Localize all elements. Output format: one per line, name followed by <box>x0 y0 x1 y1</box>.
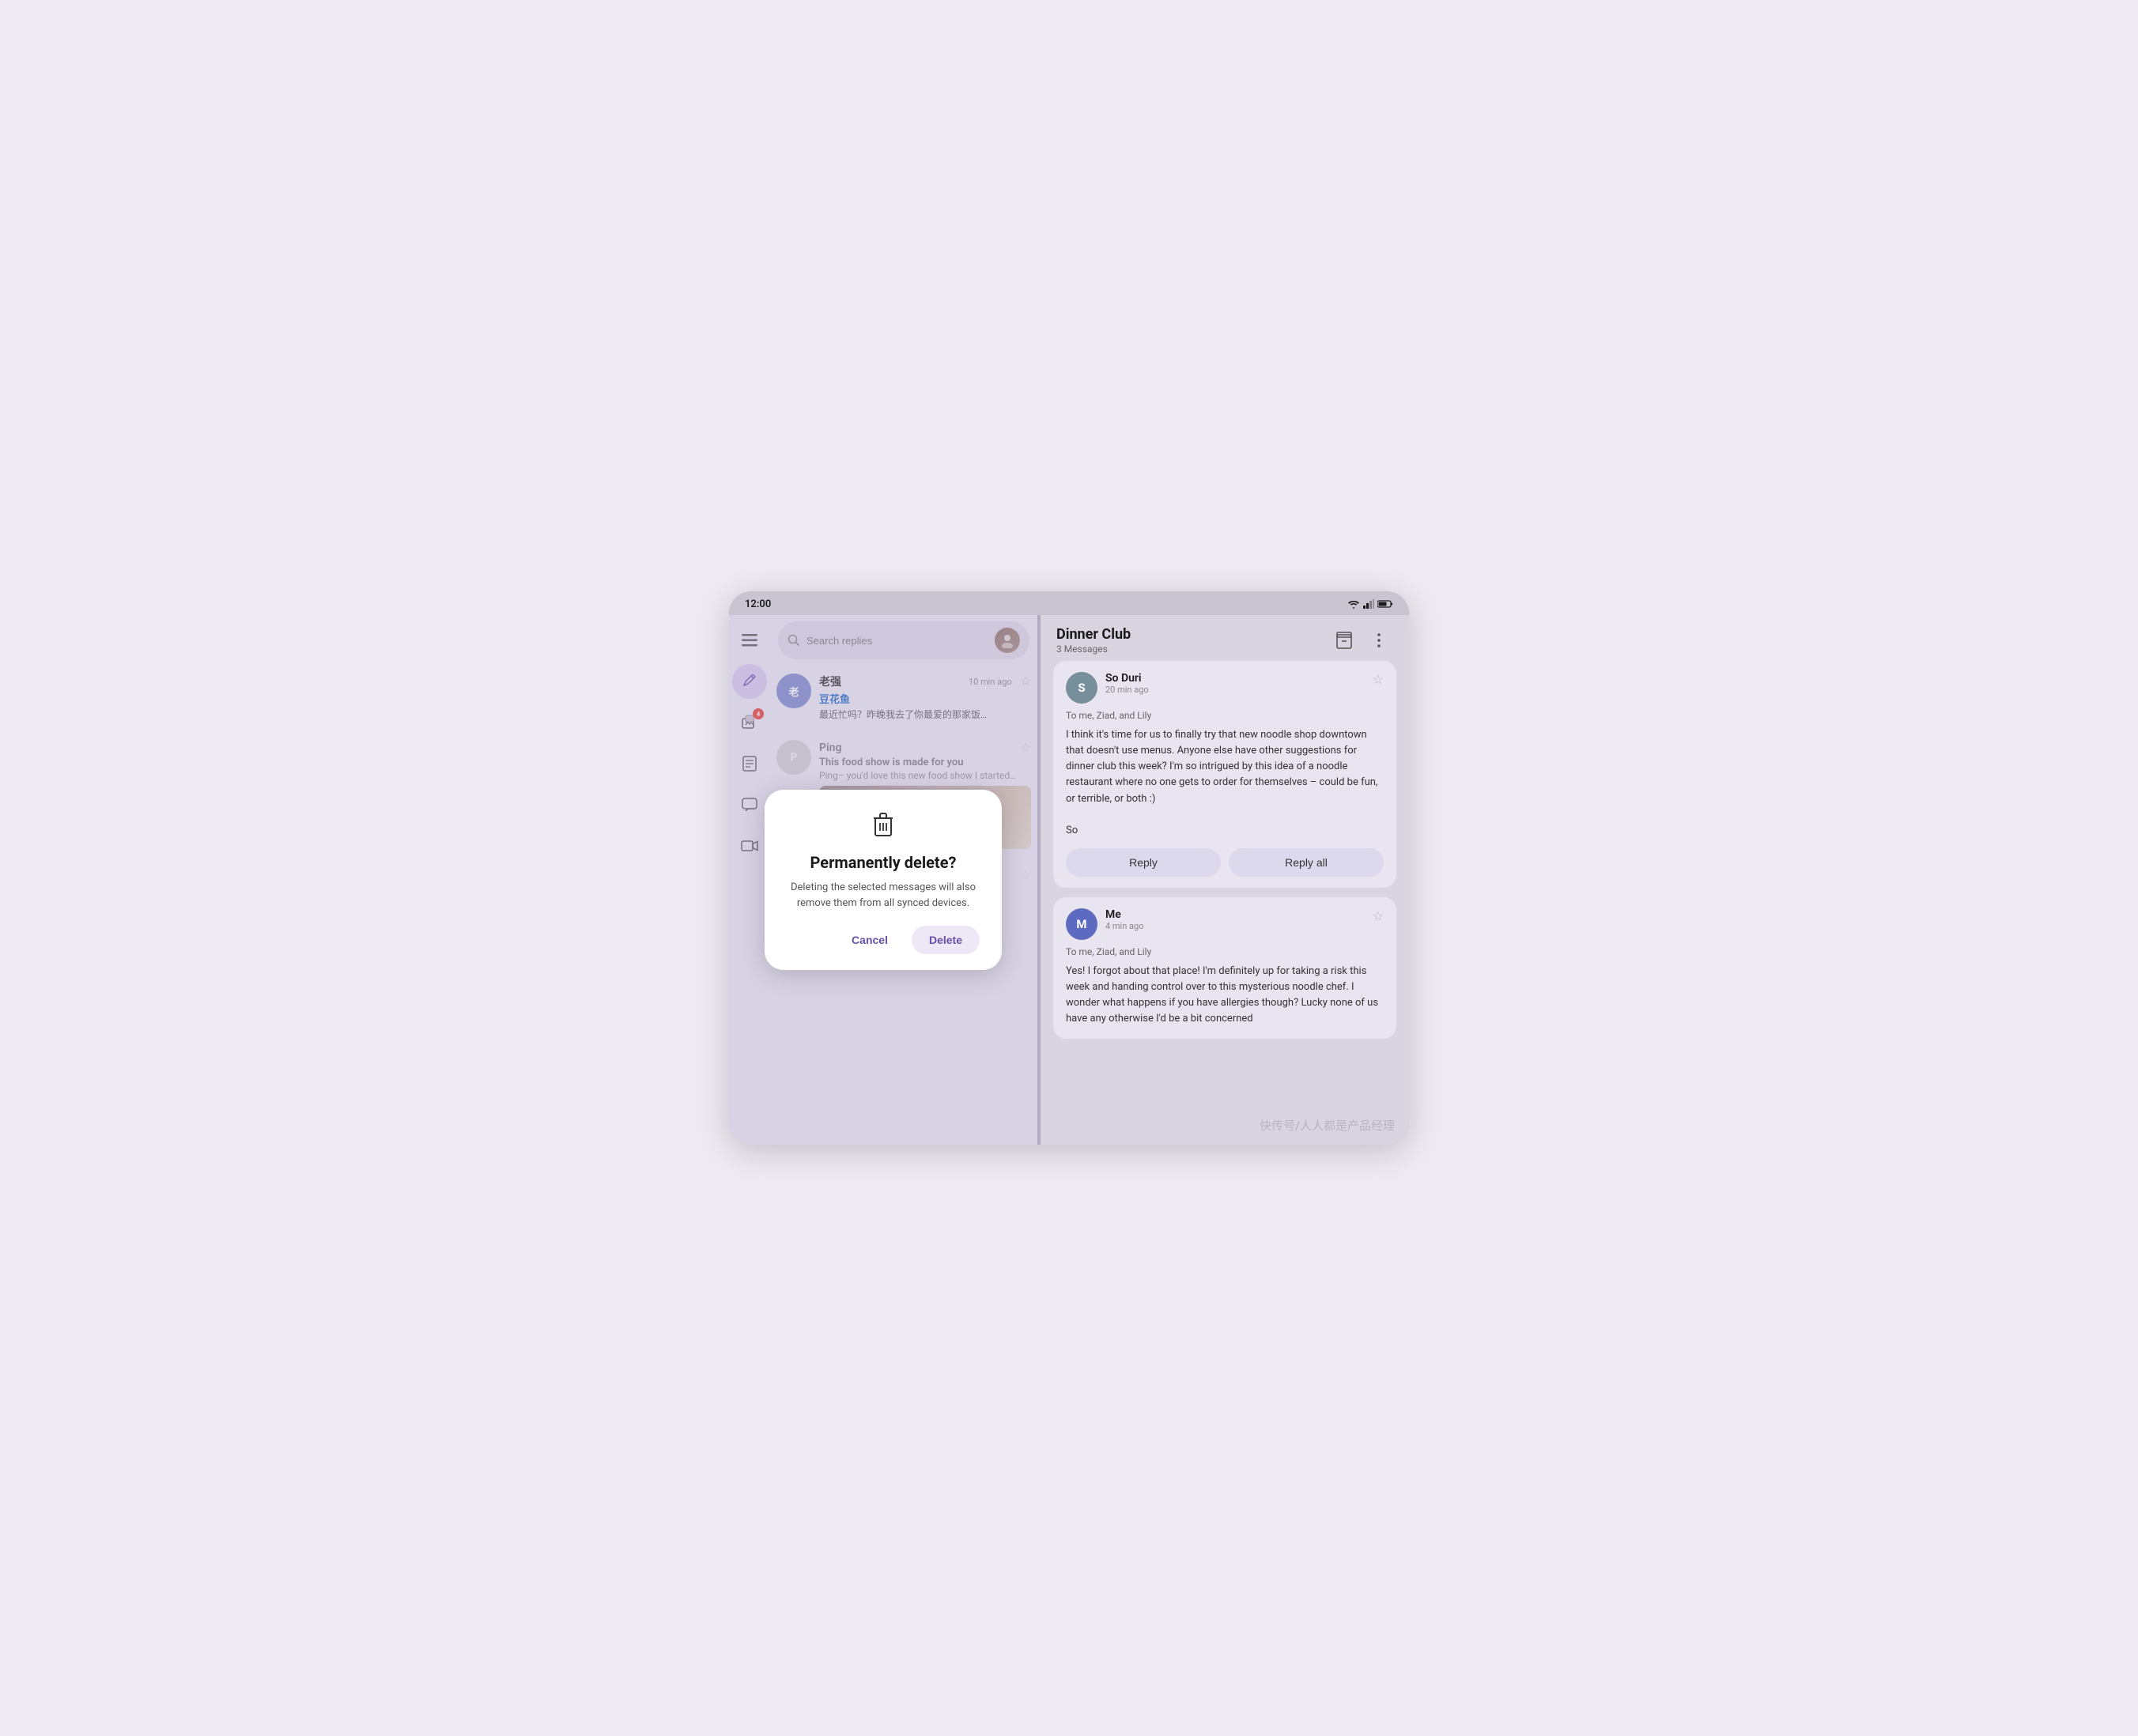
reply-all-button[interactable]: Reply all <box>1229 848 1384 877</box>
email-sender-name-2: Me <box>1105 908 1365 921</box>
email-time-1: 20 min ago <box>1105 685 1365 695</box>
more-icon <box>1377 633 1381 647</box>
email-card-header-1: S So Duri 20 min ago ☆ <box>1066 672 1384 704</box>
more-options-button[interactable] <box>1365 626 1393 655</box>
email-sender-name-1: So Duri <box>1105 672 1365 685</box>
email-actions-1: Reply Reply all <box>1066 848 1384 877</box>
signal-icon <box>1363 599 1374 609</box>
email-star-1[interactable]: ☆ <box>1373 672 1384 687</box>
left-panel: 4 <box>729 615 1037 1145</box>
status-time: 12:00 <box>745 598 771 610</box>
cancel-button[interactable]: Cancel <box>834 926 905 954</box>
right-panel: Dinner Club 3 Messages <box>1041 615 1409 1145</box>
status-bar: 12:00 <box>729 591 1409 615</box>
email-recipients-2: To me, Ziad, and Lily <box>1066 946 1384 957</box>
email-thread-title-group: Dinner Club 3 Messages <box>1056 626 1324 655</box>
dialog-body: Deleting the selected messages will also… <box>787 880 980 911</box>
dialog-trash-icon <box>872 812 894 842</box>
email-body-2: Yes! I forgot about that place! I'm defi… <box>1066 964 1384 1028</box>
email-recipients-1: To me, Ziad, and Lily <box>1066 710 1384 721</box>
battery-icon <box>1377 599 1393 609</box>
email-body-1: I think it's time for us to finally try … <box>1066 727 1384 839</box>
reply-button[interactable]: Reply <box>1066 848 1221 877</box>
delete-button[interactable]: Delete <box>912 926 980 954</box>
email-time-2: 4 min ago <box>1105 921 1365 931</box>
email-card-1: S So Duri 20 min ago ☆ To me, Ziad, and … <box>1053 661 1396 888</box>
archive-icon <box>1336 632 1352 649</box>
email-card-2: M Me 4 min ago ☆ To me, Ziad, and Lily Y… <box>1053 897 1396 1039</box>
wifi-icon <box>1347 599 1360 609</box>
email-avatar-1: S <box>1066 672 1097 704</box>
status-icons <box>1347 599 1393 609</box>
dialog-actions: Cancel Delete <box>787 926 980 954</box>
email-star-2[interactable]: ☆ <box>1373 908 1384 923</box>
trash-icon <box>872 812 894 837</box>
email-thread-header: Dinner Club 3 Messages <box>1041 615 1409 661</box>
delete-dialog: Permanently delete? Deleting the selecte… <box>765 790 1002 970</box>
email-messages: S So Duri 20 min ago ☆ To me, Ziad, and … <box>1041 661 1409 1145</box>
dialog-title: Permanently delete? <box>810 853 957 872</box>
email-thread-count: 3 Messages <box>1056 643 1324 655</box>
email-sender-info-1: So Duri 20 min ago <box>1105 672 1365 695</box>
dialog-overlay: Permanently delete? Deleting the selecte… <box>729 615 1037 1145</box>
app-body: 4 <box>729 615 1409 1145</box>
device-frame: 12:00 <box>729 591 1409 1145</box>
email-sender-info-2: Me 4 min ago <box>1105 908 1365 931</box>
archive-button[interactable] <box>1330 626 1358 655</box>
email-avatar-2: M <box>1066 908 1097 940</box>
email-card-header-2: M Me 4 min ago ☆ <box>1066 908 1384 940</box>
email-thread-title: Dinner Club <box>1056 626 1324 643</box>
